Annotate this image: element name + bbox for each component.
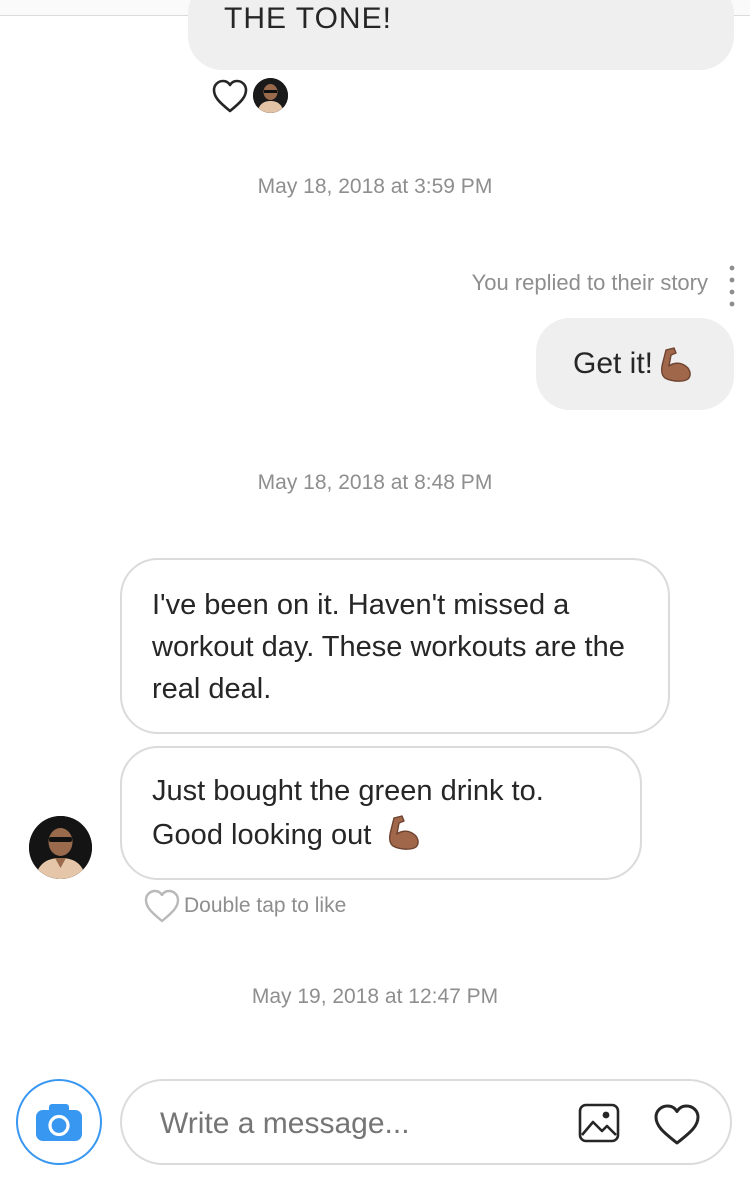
flexed-biceps-emoji-icon	[385, 812, 425, 852]
image-icon[interactable]	[578, 1103, 620, 1143]
message-text: THE TONE!	[224, 2, 392, 35]
like-heart-icon[interactable]	[143, 888, 181, 924]
message-text: Just bought the green drink to. Good loo…	[152, 775, 544, 851]
message-input[interactable]	[158, 1101, 562, 1147]
reaction-heart-icon[interactable]	[211, 78, 249, 114]
story-reply-label: You replied to their story	[471, 270, 708, 295]
incoming-message-bubble[interactable]: Just bought the green drink to. Good loo…	[120, 746, 642, 880]
outgoing-message-bubble[interactable]: Get it!	[536, 318, 734, 410]
message-text: I've been on it. Haven't missed a workou…	[152, 589, 625, 705]
outgoing-message-bubble-top[interactable]: THE TONE!	[188, 0, 734, 70]
incoming-message-bubble[interactable]: I've been on it. Haven't missed a workou…	[120, 558, 670, 734]
heart-icon[interactable]	[652, 1103, 702, 1147]
more-options-icon[interactable]	[726, 264, 738, 312]
timestamp: May 19, 2018 at 12:47 PM	[251, 985, 499, 1008]
double-tap-hint: Double tap to like	[184, 894, 347, 917]
message-composer	[120, 1079, 732, 1165]
sender-avatar[interactable]	[29, 816, 92, 879]
message-text: Get it!	[572, 347, 654, 380]
timestamp: May 18, 2018 at 8:48 PM	[257, 471, 493, 494]
timestamp: May 18, 2018 at 3:59 PM	[257, 175, 493, 198]
flexed-biceps-emoji-icon	[657, 344, 697, 384]
camera-button[interactable]	[16, 1079, 102, 1165]
reaction-avatar	[253, 78, 288, 113]
camera-icon	[34, 1101, 84, 1143]
